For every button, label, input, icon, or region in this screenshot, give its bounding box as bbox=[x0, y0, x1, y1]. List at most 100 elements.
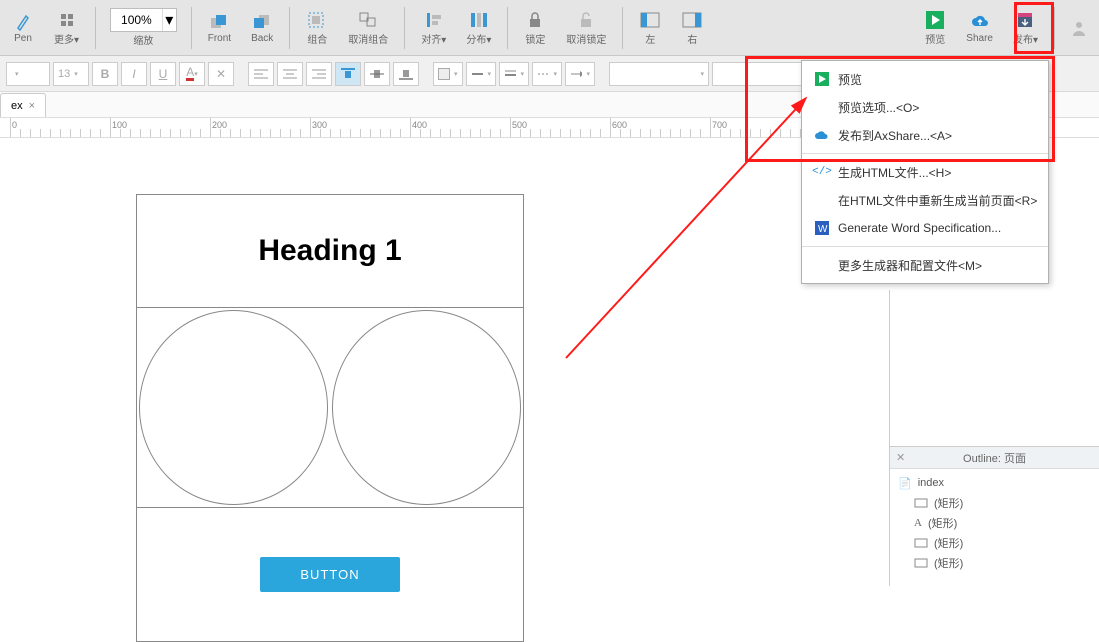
lock-icon bbox=[527, 9, 543, 31]
artboard: Heading 1 BUTTON bbox=[136, 194, 524, 642]
left-panel-button[interactable]: 左 bbox=[633, 7, 667, 48]
publish-button[interactable]: 发布▾ bbox=[1007, 7, 1044, 48]
separator bbox=[191, 7, 192, 49]
menu-item[interactable]: 更多生成器和配置文件<M> bbox=[802, 251, 1048, 279]
circle-shape[interactable] bbox=[330, 308, 523, 507]
pen-label: Pen bbox=[14, 33, 32, 44]
valign-mid-button[interactable] bbox=[364, 62, 390, 86]
preview-label: 预览 bbox=[925, 31, 945, 46]
left-panel-icon bbox=[640, 9, 660, 31]
rect-icon bbox=[914, 498, 928, 508]
more-tool[interactable]: 更多▾ bbox=[48, 7, 85, 48]
cloud-icon bbox=[812, 129, 832, 141]
publish-label: 发布▾ bbox=[1013, 31, 1038, 46]
align-left-button[interactable] bbox=[248, 62, 274, 86]
separator bbox=[1054, 7, 1055, 49]
bold-button[interactable]: B bbox=[92, 62, 118, 86]
ungroup-icon bbox=[358, 9, 378, 31]
unlock-button[interactable]: 取消锁定 bbox=[560, 7, 612, 48]
fontsize-value: 13 bbox=[58, 68, 70, 80]
extra-select-2[interactable]: ▾ bbox=[712, 62, 812, 86]
menu-item[interactable]: 预览选项...<O> bbox=[802, 93, 1048, 121]
separator bbox=[289, 7, 290, 49]
menu-item[interactable]: WGenerate Word Specification... bbox=[802, 214, 1048, 242]
pin-icon[interactable]: ✕ bbox=[896, 451, 905, 464]
word-icon: W bbox=[812, 221, 832, 235]
separator bbox=[507, 7, 508, 49]
menu-item[interactable]: 发布到AxShare...<A> bbox=[802, 121, 1048, 149]
clear-button[interactable]: ✕ bbox=[208, 62, 234, 86]
page-tab[interactable]: ex × bbox=[0, 93, 46, 117]
lock-label: 锁定 bbox=[525, 31, 545, 46]
menu-item-label: 生成HTML文件...<H> bbox=[838, 164, 951, 181]
italic-button[interactable]: I bbox=[121, 62, 147, 86]
outline-item[interactable]: A(矩形) bbox=[896, 513, 1093, 533]
outline-root[interactable]: 📄index bbox=[896, 473, 1093, 493]
back-button[interactable]: Back bbox=[245, 9, 279, 46]
close-icon[interactable]: × bbox=[29, 100, 35, 112]
underline-button[interactable]: U bbox=[150, 62, 176, 86]
align-right-button[interactable] bbox=[306, 62, 332, 86]
share-button[interactable]: Share bbox=[960, 9, 999, 46]
svg-text:W: W bbox=[818, 224, 828, 235]
distribute-icon bbox=[469, 9, 489, 31]
front-button[interactable]: Front bbox=[202, 9, 237, 46]
menu-item-label: 发布到AxShare...<A> bbox=[838, 127, 952, 144]
chevron-down-icon: ▾ bbox=[162, 9, 176, 31]
ungroup-button[interactable]: 取消组合 bbox=[342, 7, 394, 48]
group-icon bbox=[307, 9, 327, 31]
user-icon[interactable] bbox=[1065, 15, 1093, 41]
button-container-shape[interactable]: BUTTON bbox=[136, 508, 524, 642]
zoom-select[interactable]: 100% ▾ bbox=[110, 8, 177, 32]
menu-item-label: 预览选项...<O> bbox=[838, 99, 919, 116]
distribute-button[interactable]: 分布▾ bbox=[460, 7, 497, 48]
circle-shape[interactable] bbox=[137, 308, 330, 507]
zoom-value: 100% bbox=[111, 13, 162, 27]
ungroup-label: 取消组合 bbox=[348, 31, 388, 46]
properties-panel bbox=[889, 290, 1099, 446]
left-label: 左 bbox=[645, 31, 655, 46]
rect-icon bbox=[914, 538, 928, 548]
menu-item[interactable]: 预览 bbox=[802, 65, 1048, 93]
primary-button[interactable]: BUTTON bbox=[260, 557, 399, 592]
menu-item[interactable]: </>生成HTML文件...<H> bbox=[802, 158, 1048, 186]
outline-item[interactable]: (矩形) bbox=[896, 553, 1093, 573]
back-label: Back bbox=[251, 33, 273, 44]
front-label: Front bbox=[208, 33, 231, 44]
rect-icon bbox=[914, 558, 928, 568]
publish-icon bbox=[1016, 9, 1034, 31]
align-button[interactable]: 对齐▾ bbox=[415, 7, 452, 48]
fill-select[interactable]: ▾ bbox=[433, 62, 463, 86]
extra-select-1[interactable]: ▾ bbox=[609, 62, 709, 86]
outline-header[interactable]: ✕ Outline: 页面 bbox=[890, 447, 1099, 469]
line-color-select[interactable]: ▾ bbox=[466, 62, 496, 86]
outline-item[interactable]: (矩形) bbox=[896, 493, 1093, 513]
circles-row[interactable] bbox=[136, 308, 524, 508]
valign-top-button[interactable] bbox=[335, 62, 361, 86]
textcolor-button[interactable]: A▾ bbox=[179, 62, 205, 86]
outline-item[interactable]: (矩形) bbox=[896, 533, 1093, 553]
separator bbox=[95, 7, 96, 49]
arrow-select[interactable]: ▾ bbox=[565, 62, 595, 86]
align-center-button[interactable] bbox=[277, 62, 303, 86]
preview-button[interactable]: 预览 bbox=[918, 7, 952, 48]
valign-bot-button[interactable] bbox=[393, 62, 419, 86]
menu-item[interactable]: 在HTML文件中重新生成当前页面<R> bbox=[802, 186, 1048, 214]
heading-shape[interactable]: Heading 1 bbox=[136, 194, 524, 308]
outline-item-label: (矩形) bbox=[934, 535, 963, 551]
text-icon: A bbox=[914, 517, 922, 529]
group-button[interactable]: 组合 bbox=[300, 7, 334, 48]
style-select[interactable]: ▾ bbox=[6, 62, 50, 86]
group-label: 组合 bbox=[307, 31, 327, 46]
back-icon bbox=[252, 11, 272, 33]
fontsize-select[interactable]: 13▾ bbox=[53, 62, 89, 86]
publish-menu: 预览预览选项...<O> 发布到AxShare...<A> </>生成HTML文件.… bbox=[801, 60, 1049, 284]
tab-label: ex bbox=[11, 100, 23, 112]
line-width-select[interactable]: ▾ bbox=[499, 62, 529, 86]
menu-item-label: 预览 bbox=[838, 71, 862, 88]
pen-tool[interactable]: Pen bbox=[6, 9, 40, 46]
menu-item-label: 在HTML文件中重新生成当前页面<R> bbox=[838, 192, 1037, 209]
right-panel-button[interactable]: 右 bbox=[675, 7, 709, 48]
line-style-select[interactable]: ▾ bbox=[532, 62, 562, 86]
lock-button[interactable]: 锁定 bbox=[518, 7, 552, 48]
